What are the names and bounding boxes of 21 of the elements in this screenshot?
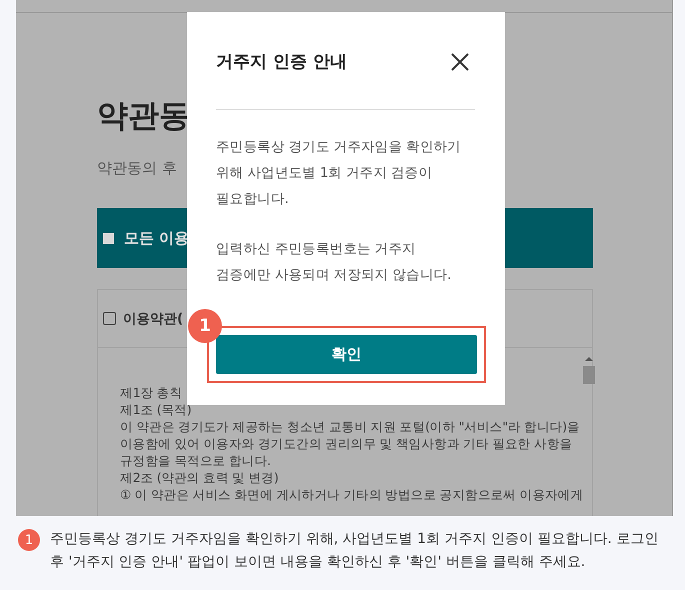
terms-text-line: 이 약관은 경기도가 제공하는 청소년 교통비 지원 포털(이하 "서비스"라 합니다)을: [120, 418, 581, 435]
terms-text-line: 제1조 (목적): [120, 401, 192, 418]
step-badge: 1: [18, 529, 40, 551]
agree-all-label: 모든 이용: [124, 228, 190, 248]
dialog-text-line: 위해 사업년도별 1회 거주지 검증이: [216, 164, 432, 183]
dialog-text-line: 주민등록상 경기도 거주자임을 확인하기: [216, 138, 461, 157]
terms-text-line: 이용함에 있어 이용자와 경기도간의 권리의무 및 책임사항과 기타 필요한 사항을: [120, 435, 574, 452]
page-title: 약관동: [97, 97, 191, 136]
dialog-text-line: 검증에만 사용되며 저장되지 않습니다.: [216, 266, 452, 285]
terms-text-line: 제1장 총칙: [120, 384, 184, 401]
dialog-title: 거주지 인증 안내: [216, 51, 347, 73]
caption-text: 주민등록상 경기도 거주자임을 확인하기 위해, 사업년도별 1회 거주지 인증이 필요합니다. 로그인 후 '거주지 인증 안내' 팝업이 보이면 내용을 확인하신 후 '확인' 버튼을 클릭해 주세요.: [50, 530, 660, 572]
terms-label: 이용약관(: [123, 310, 183, 328]
terms-text-line: 제2조 (약관의 효력 및 변경): [120, 469, 280, 486]
page-subtitle: 약관동의 후: [97, 159, 177, 178]
step-badge: 1: [188, 309, 222, 343]
terms-text-line: 규정함을 목적으로 합니다.: [120, 452, 272, 469]
terms-text-line: ① 이 약관은 서비스 화면에 게시하거나 기타의 방법으로 공지함으로써 이용자에게: [120, 486, 584, 503]
dialog-text-line: 필요합니다.: [216, 190, 288, 209]
confirm-button[interactable]: 확인: [216, 335, 477, 374]
dialog-text-line: 입력하신 주민등록번호는 거주지: [216, 240, 416, 259]
